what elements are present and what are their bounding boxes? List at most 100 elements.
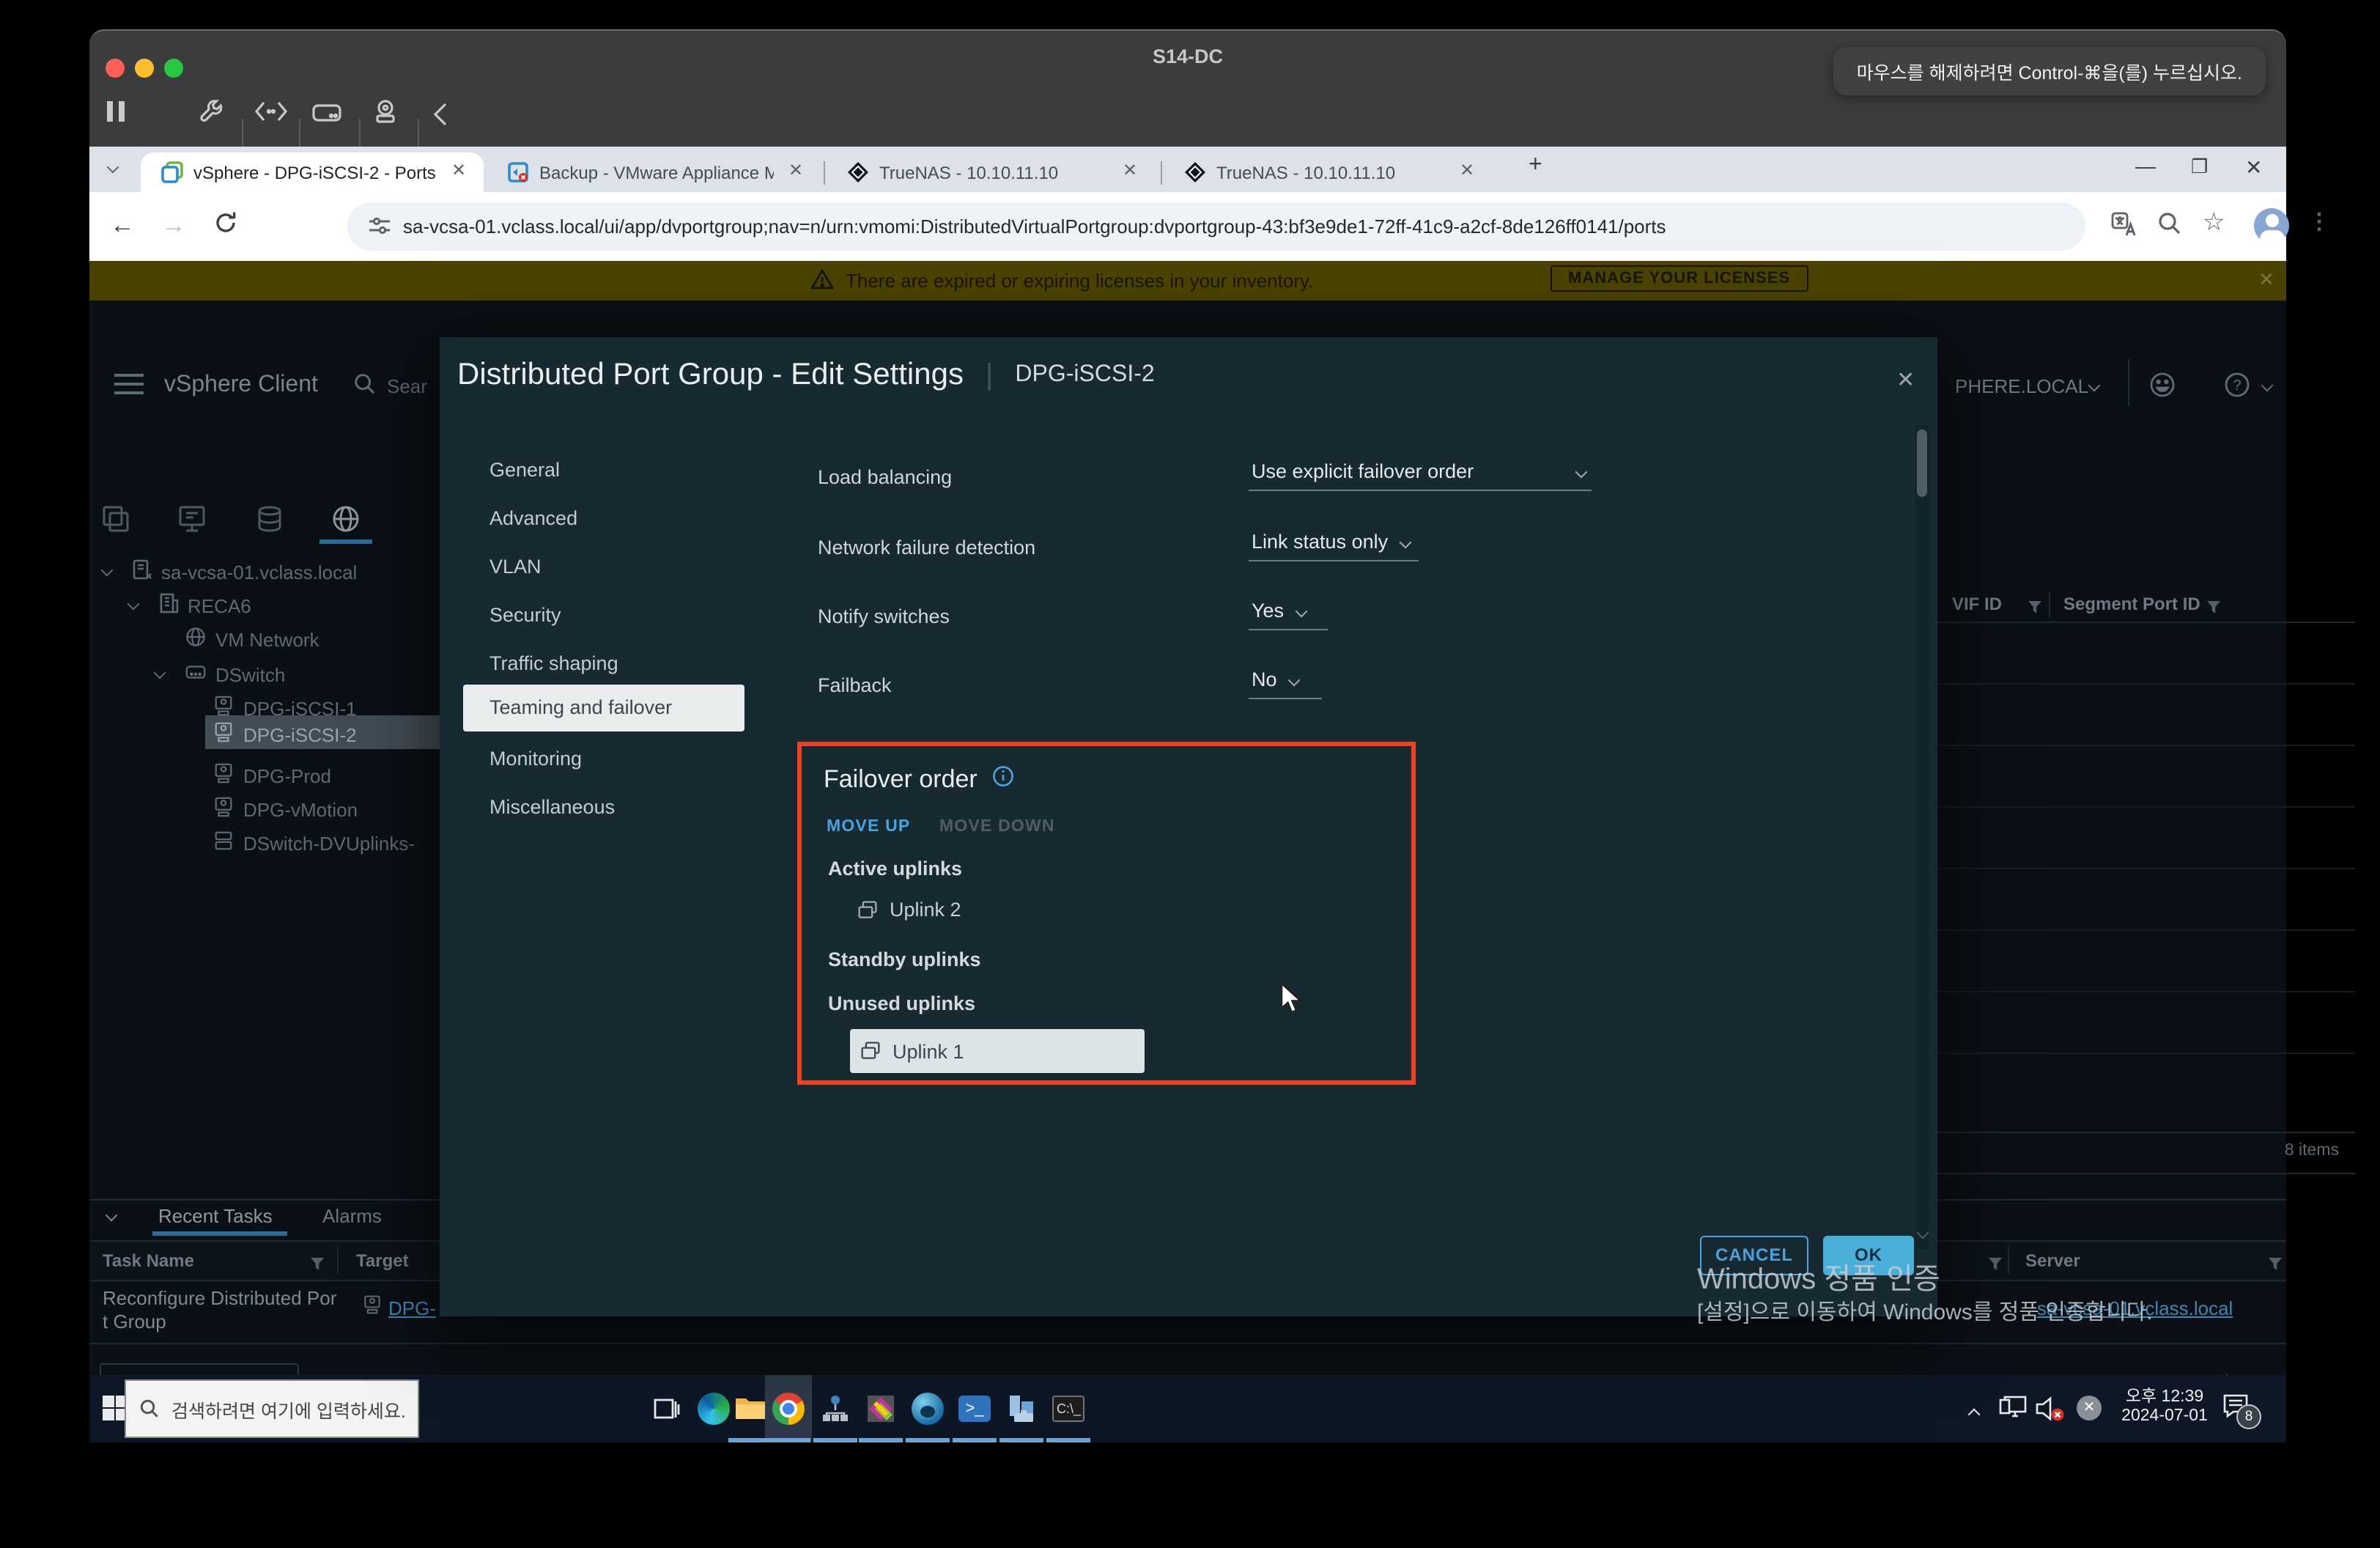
- tree-expand-chevron[interactable]: [128, 598, 140, 611]
- tab-recent-tasks[interactable]: Recent Tasks: [158, 1205, 273, 1227]
- notify-switches-select[interactable]: Yes: [1249, 600, 1328, 630]
- filter-funnel-icon[interactable]: [311, 1252, 324, 1278]
- column-header[interactable]: Server: [2025, 1250, 2080, 1271]
- nav-teaming-failover[interactable]: Teaming and failover: [489, 696, 672, 718]
- tree-item[interactable]: RECA6: [188, 595, 251, 617]
- tree-expand-chevron[interactable]: [101, 564, 114, 577]
- global-search-text[interactable]: Sear: [387, 375, 427, 397]
- camera-device-icon[interactable]: [372, 98, 399, 132]
- search-page-icon[interactable]: [2157, 211, 2182, 243]
- panel-collapse-chevron-icon[interactable]: [106, 1209, 118, 1222]
- tab-backup-appliance[interactable]: Backup - VMware Appliance M ✕: [489, 152, 821, 192]
- tab-close-icon[interactable]: ✕: [451, 160, 466, 180]
- browser-menu-kebab-icon[interactable]: ⋮: [2308, 208, 2330, 235]
- search-icon[interactable]: [353, 372, 377, 403]
- filter-funnel-icon[interactable]: [1989, 1252, 2002, 1278]
- toolbox-app-icon[interactable]: [998, 1385, 1045, 1432]
- hamburger-menu-icon[interactable]: [114, 374, 144, 402]
- banner-close-icon[interactable]: ✕: [2258, 268, 2274, 292]
- address-bar[interactable]: sa-vcsa-01.vclass.local/ui/app/dvportgro…: [347, 202, 2085, 251]
- tray-network-icon[interactable]: [1999, 1394, 2028, 1428]
- blue-sphere-app-icon[interactable]: [904, 1385, 951, 1432]
- tree-item[interactable]: VM Network: [215, 629, 319, 651]
- bookmark-star-icon[interactable]: ☆: [2203, 208, 2225, 237]
- column-header[interactable]: Task Name: [103, 1250, 194, 1271]
- cmd-icon[interactable]: C:\_: [1045, 1385, 1092, 1432]
- nav-miscellaneous[interactable]: Miscellaneous: [489, 796, 615, 818]
- nav-security[interactable]: Security: [489, 604, 561, 626]
- tab-alarms[interactable]: Alarms: [322, 1205, 382, 1227]
- tab-close-icon[interactable]: ✕: [1460, 160, 1474, 180]
- nav-general[interactable]: General: [489, 459, 560, 481]
- tray-clock[interactable]: 오후 12:39 2024-07-01: [2119, 1388, 2210, 1426]
- tree-item[interactable]: DPG-vMotion: [243, 799, 358, 821]
- account-menu[interactable]: PHERE.LOCAL: [1955, 375, 2088, 397]
- tray-volume-muted-icon[interactable]: [2034, 1396, 2066, 1429]
- info-icon[interactable]: [992, 765, 1014, 795]
- powershell-icon[interactable]: >_: [951, 1385, 998, 1432]
- move-down-button[interactable]: MOVE DOWN: [939, 818, 1055, 836]
- network-tool-icon[interactable]: [812, 1385, 859, 1432]
- site-settings-icon[interactable]: [368, 214, 391, 245]
- tab-close-icon[interactable]: ✕: [788, 160, 803, 180]
- window-minimize-button[interactable]: —: [2135, 154, 2156, 177]
- inventory-tab-vms-icon[interactable]: [177, 504, 207, 541]
- move-up-button[interactable]: MOVE UP: [827, 818, 911, 836]
- tray-expand-chevron-icon[interactable]: [1970, 1400, 1978, 1426]
- url-text[interactable]: sa-vcsa-01.vclass.local/ui/app/dvportgro…: [403, 215, 2059, 237]
- manage-licenses-button[interactable]: MANAGE YOUR LICENSES: [1551, 265, 1808, 292]
- help-icon[interactable]: ?: [2223, 371, 2251, 406]
- filter-funnel-icon[interactable]: [2207, 595, 2220, 622]
- notification-center-icon[interactable]: 8: [2222, 1391, 2251, 1428]
- nav-advanced[interactable]: Advanced: [489, 507, 577, 529]
- column-header[interactable]: Segment Port ID: [2063, 594, 2200, 614]
- window-close-button[interactable]: ✕: [2245, 155, 2262, 180]
- filter-funnel-icon[interactable]: [2269, 1252, 2282, 1278]
- wrench-icon[interactable]: [198, 98, 224, 132]
- failback-select[interactable]: No: [1249, 668, 1322, 699]
- start-button[interactable]: [103, 1396, 128, 1428]
- task-target-link[interactable]: DPG-: [388, 1297, 436, 1319]
- chrome-icon[interactable]: [765, 1385, 812, 1432]
- back-icon[interactable]: ←: [110, 211, 135, 240]
- tree-item-selected[interactable]: DPG-iSCSI-2: [243, 724, 357, 746]
- tree-item[interactable]: DSwitch: [215, 664, 285, 686]
- tab-search-chevron-icon[interactable]: [107, 161, 119, 174]
- nav-monitoring[interactable]: Monitoring: [489, 748, 582, 770]
- disk-drive-icon[interactable]: [312, 101, 341, 132]
- failure-detection-select[interactable]: Link status only: [1249, 531, 1419, 561]
- nav-traffic-shaping[interactable]: Traffic shaping: [489, 652, 618, 674]
- tab-truenas-1[interactable]: TrueNAS - 10.10.11.10 ✕: [829, 152, 1155, 192]
- tree-item[interactable]: DPG-Prod: [243, 765, 331, 787]
- inventory-tab-hosts-icon[interactable]: [101, 504, 130, 541]
- forward-icon[interactable]: →: [161, 211, 186, 240]
- tab-vsphere[interactable]: vSphere - DPG-iSCSI-2 - Ports ✕: [141, 152, 484, 192]
- dialog-close-icon[interactable]: ✕: [1896, 366, 1915, 393]
- back-angle-icon[interactable]: [431, 103, 448, 133]
- tree-item[interactable]: sa-vcsa-01.vclass.local: [161, 561, 357, 583]
- column-header[interactable]: Target: [356, 1250, 409, 1271]
- tree-item[interactable]: DPG-iSCSI-1: [243, 698, 357, 720]
- inventory-tab-networking-icon[interactable]: [331, 504, 361, 541]
- dialog-scrollbar-thumb[interactable]: [1917, 430, 1927, 497]
- window-maximize-button[interactable]: ❐: [2191, 155, 2208, 179]
- filter-funnel-icon[interactable]: [2028, 595, 2041, 622]
- load-balancing-select[interactable]: Use explicit failover order: [1249, 460, 1592, 491]
- tree-expand-chevron[interactable]: [154, 667, 166, 679]
- taskbar-search-box[interactable]: 검색하려면 여기에 입력하세요.: [125, 1379, 419, 1438]
- new-tab-button[interactable]: +: [1529, 152, 1542, 179]
- tab-truenas-2[interactable]: TrueNAS - 10.10.11.10 ✕: [1167, 152, 1492, 192]
- tray-x-circle-icon[interactable]: ✕: [2077, 1396, 2102, 1420]
- uplink-row-active[interactable]: Uplink 2: [857, 899, 961, 921]
- translate-icon[interactable]: [2110, 211, 2137, 245]
- column-header[interactable]: VIF ID: [1952, 594, 2002, 614]
- feedback-smiley-icon[interactable]: [2148, 371, 2176, 406]
- dialog-scrollbar-track[interactable]: [1915, 425, 1929, 1249]
- inventory-tab-storage-icon[interactable]: [255, 504, 284, 541]
- tab-close-icon[interactable]: ✕: [1123, 160, 1137, 180]
- nav-vlan[interactable]: VLAN: [489, 556, 542, 578]
- profile-avatar[interactable]: [2254, 208, 2289, 243]
- code-console-icon[interactable]: [255, 101, 287, 129]
- task-view-icon[interactable]: [643, 1385, 690, 1432]
- refresh-icon[interactable]: [212, 210, 239, 243]
